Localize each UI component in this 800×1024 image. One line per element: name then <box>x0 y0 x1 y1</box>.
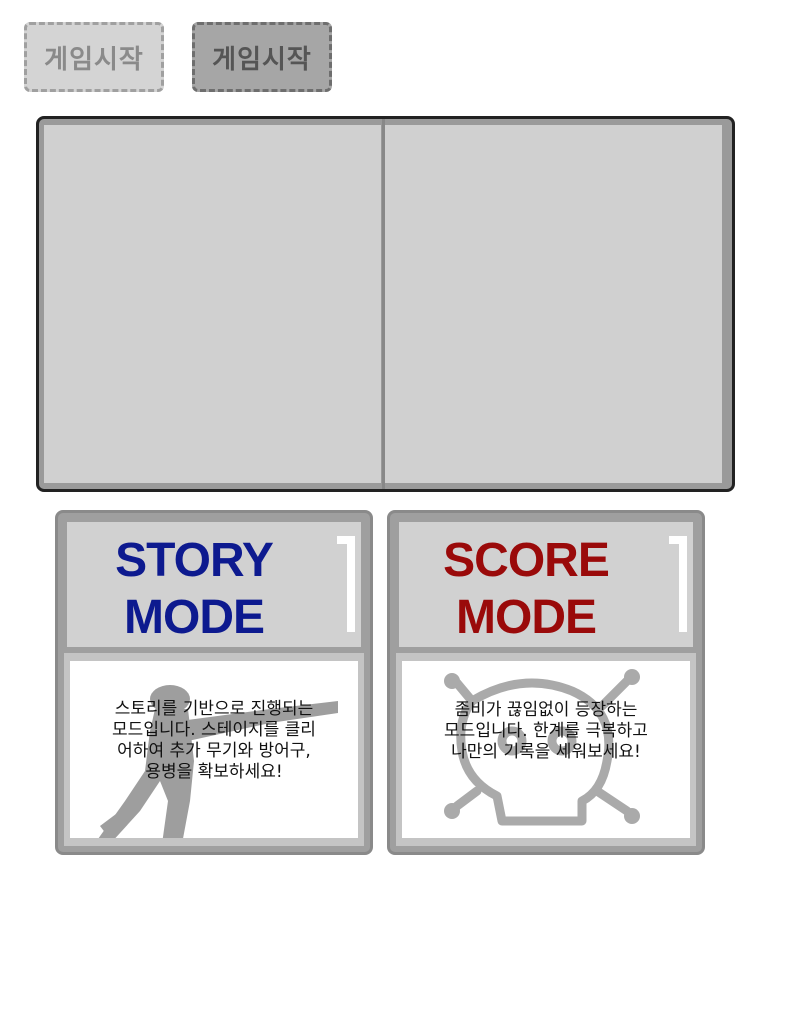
start-game-button-light[interactable]: 게임시작 <box>24 22 164 92</box>
book-left-page <box>44 125 381 483</box>
start-game-button-dark[interactable]: 게임시작 <box>192 22 332 92</box>
story-title-line2: MODE <box>124 591 265 644</box>
corner-bracket <box>669 536 687 632</box>
story-mode-body-inner: 스토리를 기반으로 진행되는 모드입니다. 스테이지를 클리 어하여 추가 무기… <box>70 661 358 838</box>
story-mode-card[interactable]: STORY MODE 스토리를 기반으로 진행되는 모드입니다. 스테이지를 클… <box>55 510 373 855</box>
story-mode-description: 스토리를 기반으로 진행되는 모드입니다. 스테이지를 클리 어하여 추가 무기… <box>112 698 316 782</box>
story-mode-header: STORY MODE <box>67 522 361 647</box>
open-book-panel <box>36 116 735 492</box>
score-title-line2: MODE <box>456 591 597 644</box>
score-mode-body-inner: 좀비가 끊임없이 등장하는 모드입니다. 한계를 극복하고 나만의 기록을 세워… <box>402 661 690 838</box>
score-title-line1: SCORE <box>443 534 610 587</box>
score-mode-body: 좀비가 끊임없이 등장하는 모드입니다. 한계를 극복하고 나만의 기록을 세워… <box>396 653 696 846</box>
story-mode-body: 스토리를 기반으로 진행되는 모드입니다. 스테이지를 클리 어하여 추가 무기… <box>64 653 364 846</box>
score-mode-title: SCORE MODE <box>399 532 653 646</box>
story-title-line1: STORY <box>115 534 274 587</box>
story-mode-title: STORY MODE <box>67 532 321 646</box>
score-mode-header: SCORE MODE <box>399 522 693 647</box>
score-mode-card[interactable]: SCORE MODE 좀비가 끊임없이 등장하는 모드입니다. 한계를 극복하고… <box>387 510 705 855</box>
corner-bracket <box>337 536 355 632</box>
book-right-page <box>385 125 722 483</box>
score-mode-description: 좀비가 끊임없이 등장하는 모드입니다. 한계를 극복하고 나만의 기록을 세워… <box>444 700 648 762</box>
